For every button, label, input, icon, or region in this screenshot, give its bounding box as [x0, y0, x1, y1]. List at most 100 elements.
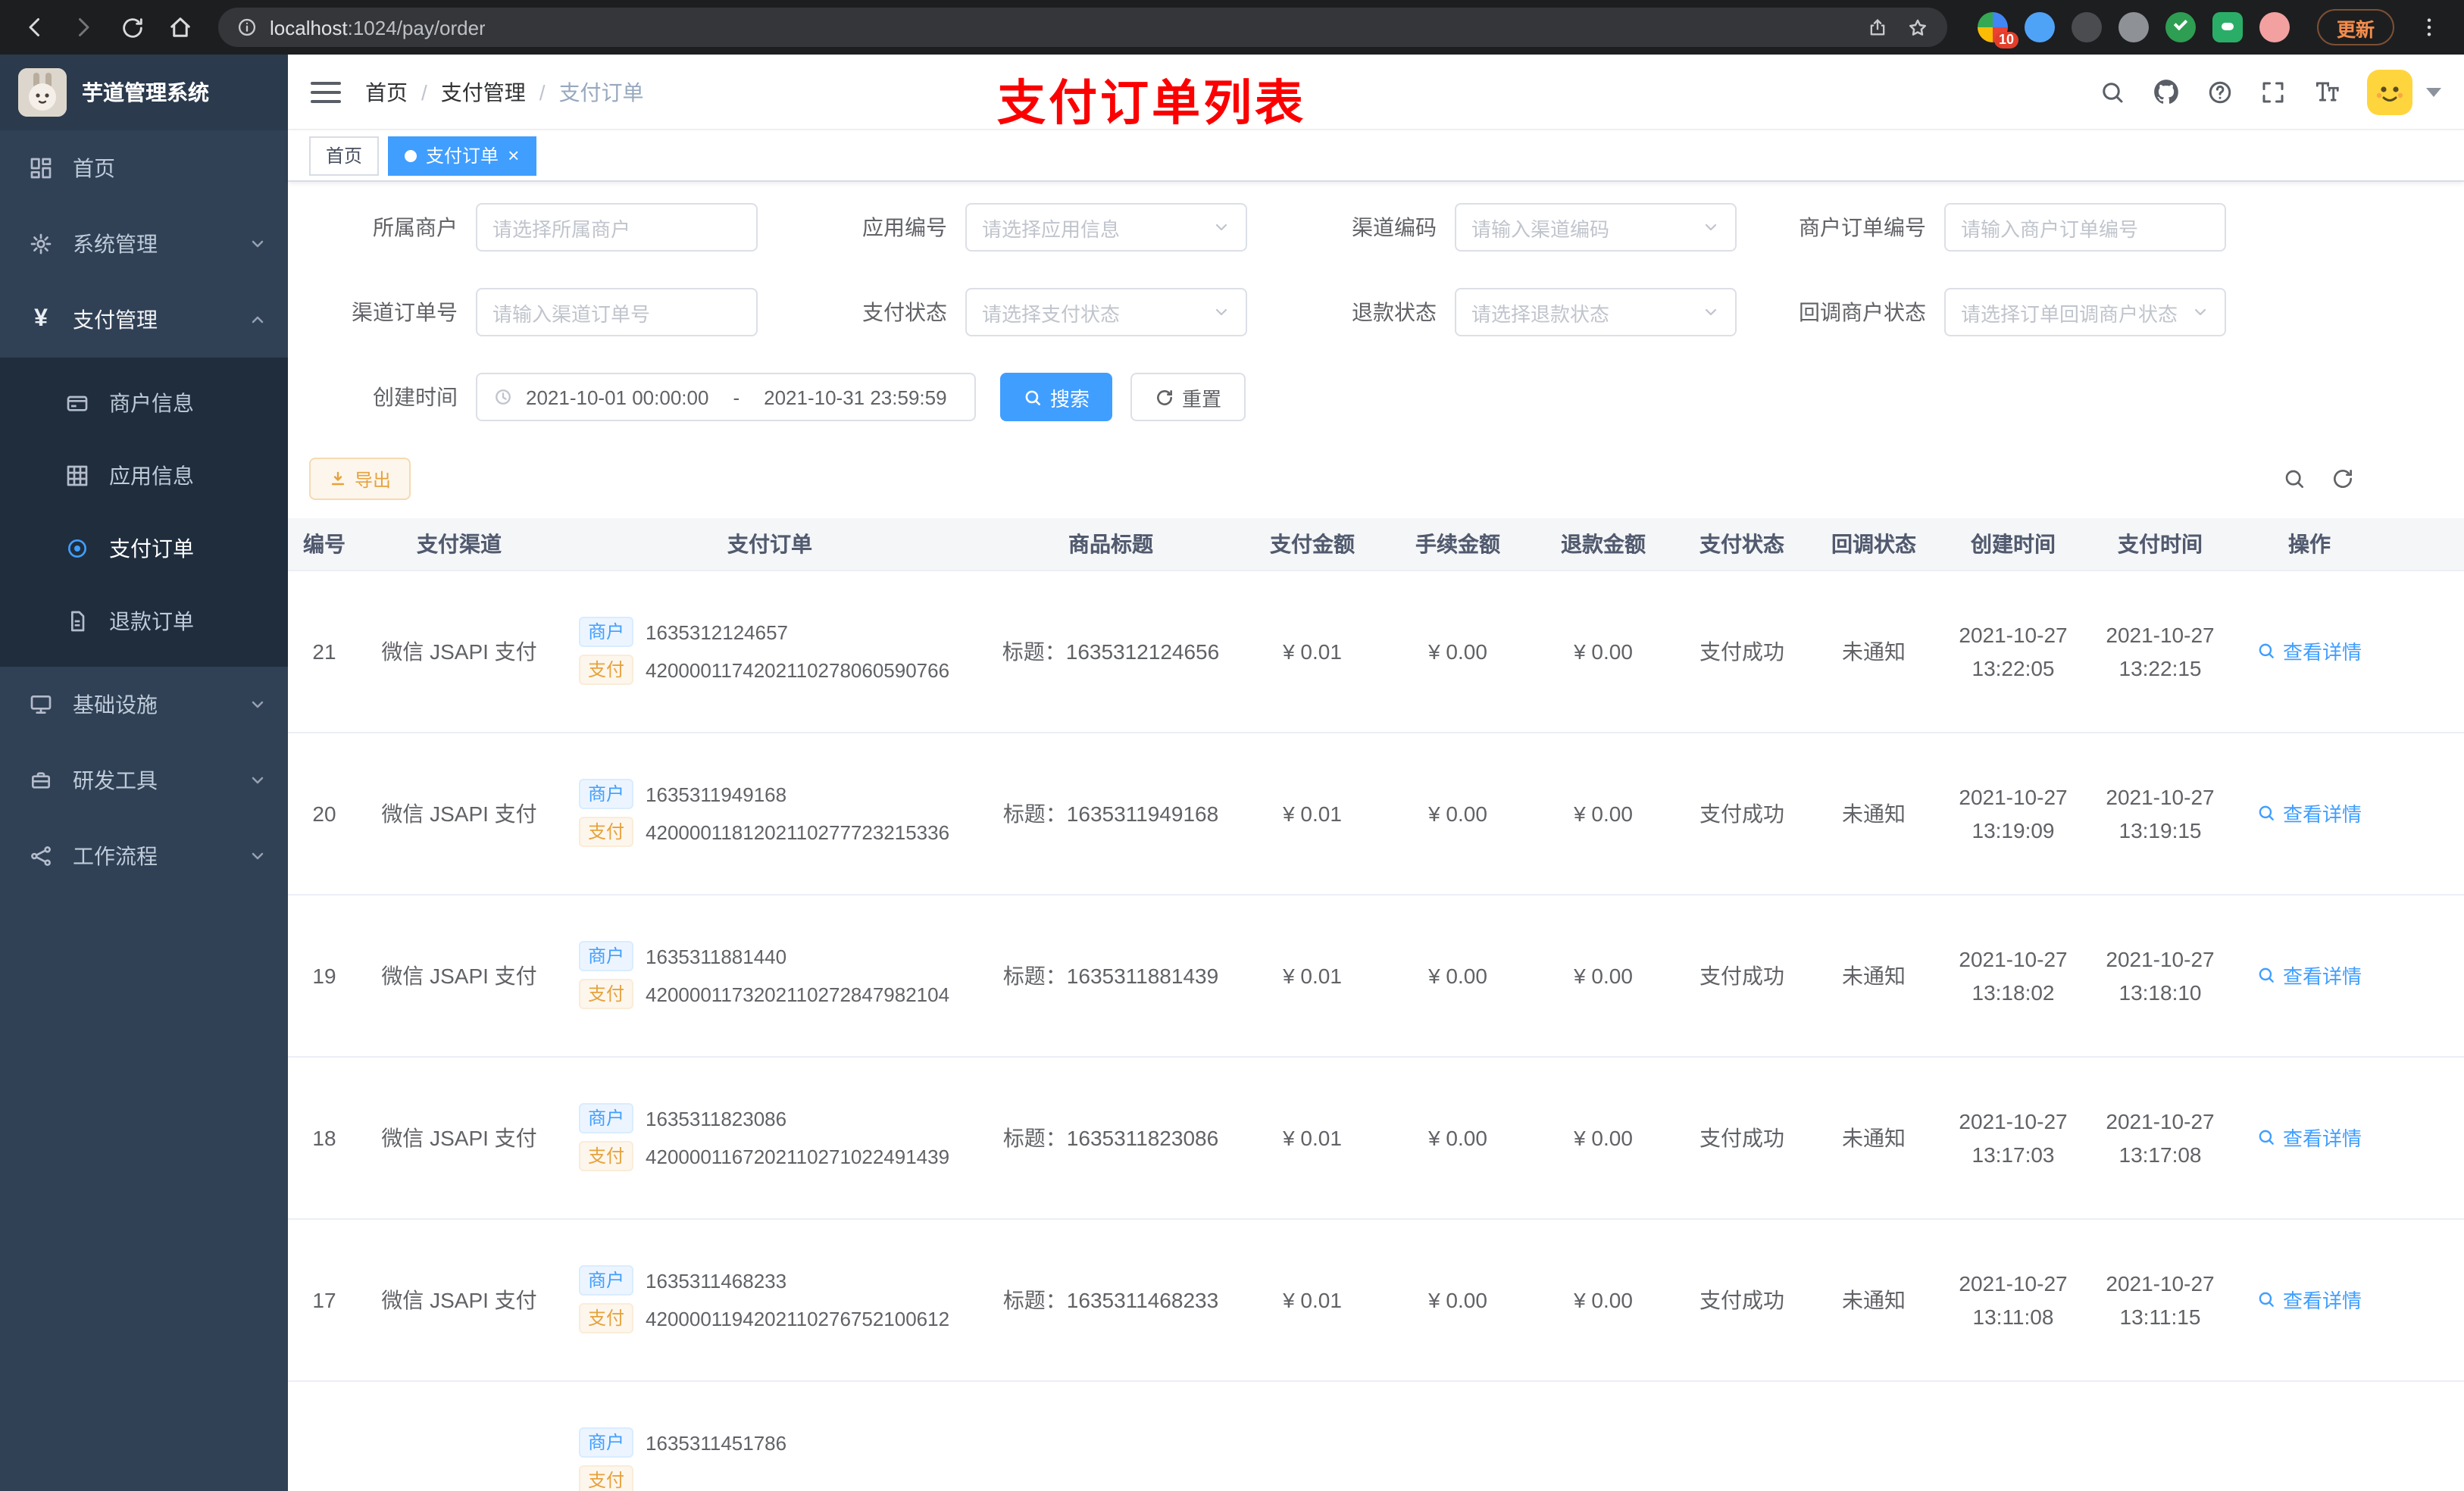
toolbox-icon: [27, 767, 55, 794]
refresh-table-icon[interactable]: [2331, 467, 2355, 491]
reset-button[interactable]: 重置: [1130, 373, 1246, 421]
refund-status-select[interactable]: 请选择退款状态: [1455, 288, 1737, 336]
app-id-select[interactable]: 请选择应用信息: [965, 203, 1247, 252]
chevron-down-icon: [1212, 218, 1230, 236]
fee-cell: ¥ 0.00: [1385, 1218, 1531, 1381]
home-icon: [170, 17, 190, 37]
field-label: 回调商户状态: [1799, 300, 1926, 324]
amount-cell: ¥ 0.01: [1240, 570, 1385, 733]
sidebar-item-merchant-info[interactable]: 商户信息: [0, 367, 288, 439]
notify-status-select[interactable]: 请选择订单回调商户状态: [1944, 288, 2226, 336]
github-icon[interactable]: [2152, 77, 2181, 106]
extension-apps-icon[interactable]: 10: [1977, 12, 2018, 48]
field-label: 创建时间: [373, 385, 458, 409]
avatar-caret-icon[interactable]: [2426, 87, 2441, 96]
screen: localhost:1024/pay/order 10 更新 芋道管理系统 首页…: [0, 0, 2464, 1491]
sidebar-item-payment[interactable]: ¥ 支付管理: [0, 282, 288, 358]
create-time-range-picker[interactable]: 2021-10-01 00:00:00 - 2021-10-31 23:59:5…: [476, 373, 976, 421]
merchant-badge: 商户: [579, 1265, 634, 1296]
browser-reload-button[interactable]: [109, 5, 155, 50]
browser-home-button[interactable]: [158, 5, 203, 50]
chevron-down-icon: [249, 235, 267, 253]
user-avatar[interactable]: [2367, 69, 2412, 114]
spacer-cell: [2385, 1056, 2464, 1219]
sidebar-item-home[interactable]: 首页: [0, 130, 288, 206]
fee-cell: ¥ 0.00: [1385, 732, 1531, 895]
sidebar-item-refund-order[interactable]: 退款订单: [0, 585, 288, 658]
merchant-order-no: 1635311949168: [646, 783, 787, 805]
merchant-order-no-input[interactable]: 请输入商户订单编号: [1944, 203, 2226, 252]
view-detail-link[interactable]: 查看详情: [2257, 1123, 2362, 1152]
pay-status-select[interactable]: 请选择支付状态: [965, 288, 1247, 336]
sidebar-item-devtools[interactable]: 研发工具: [0, 742, 288, 818]
sidebar-item-infra[interactable]: 基础设施: [0, 667, 288, 742]
breadcrumb-payment[interactable]: 支付管理: [441, 77, 526, 107]
bookmark-star-icon[interactable]: [1906, 16, 1929, 39]
tab-pay-order[interactable]: 支付订单 ×: [388, 136, 536, 175]
sidebar-item-app-info[interactable]: 应用信息: [0, 439, 288, 512]
view-detail-link[interactable]: 查看详情: [2257, 799, 2362, 827]
search-button-label: 搜索: [1050, 387, 1090, 410]
channel-cell: [361, 1380, 558, 1491]
merchant-badge: 商户: [579, 779, 634, 809]
font-size-icon[interactable]: [2312, 77, 2341, 106]
channel-code-select[interactable]: 请输入渠道编码: [1455, 203, 1737, 252]
tab-close-icon[interactable]: ×: [508, 145, 519, 165]
browser-update-button[interactable]: 更新: [2316, 9, 2394, 45]
view-detail-link[interactable]: 查看详情: [2257, 1285, 2362, 1314]
refund-cell: [1531, 1380, 1676, 1491]
help-icon[interactable]: [2206, 78, 2234, 105]
extension-check-icon[interactable]: [2165, 12, 2196, 42]
extension-chat-icon[interactable]: [2212, 12, 2243, 42]
col-header-amount: 支付金额: [1240, 518, 1385, 570]
browser-menu-icon[interactable]: [2406, 5, 2452, 50]
export-button[interactable]: 导出: [309, 458, 411, 500]
sidebar-item-pay-order[interactable]: 支付订单: [0, 512, 288, 585]
logo-image: [18, 68, 67, 117]
placeholder-text: 请输入渠道订单号: [492, 302, 651, 325]
header-search-icon[interactable]: [2099, 78, 2126, 105]
view-detail-link[interactable]: 查看详情: [2257, 636, 2362, 665]
action-cell: 查看详情: [2234, 570, 2385, 733]
create-time-cell: [1940, 1380, 2087, 1491]
share-icon[interactable]: [1867, 17, 1888, 38]
extension-grey-icon[interactable]: [2118, 12, 2149, 42]
extension-blue-icon[interactable]: [2024, 12, 2055, 42]
breadcrumb-current: 支付订单: [558, 80, 644, 104]
search-icon: [2259, 1292, 2275, 1307]
app-logo: 芋道管理系统: [0, 55, 288, 130]
toggle-search-icon[interactable]: [2282, 467, 2306, 491]
view-detail-link[interactable]: 查看详情: [2257, 961, 2362, 989]
col-header-pay-order: 支付订单: [558, 518, 982, 570]
browser-back-button[interactable]: [12, 5, 58, 50]
fullscreen-icon[interactable]: [2259, 78, 2287, 105]
sidebar-item-system[interactable]: 系统管理: [0, 206, 288, 282]
browser-forward-button[interactable]: [61, 5, 106, 50]
status-cell: 支付成功: [1676, 570, 1808, 733]
tab-home[interactable]: 首页: [309, 136, 380, 175]
pay-order-cell: 商户 1635311949168 支付 4200001181202110277723…: [558, 732, 982, 895]
channel-order-no-input[interactable]: 请输入渠道订单号: [476, 288, 758, 336]
refund-cell: ¥ 0.00: [1531, 894, 1676, 1057]
breadcrumb-home[interactable]: 首页: [365, 77, 408, 107]
search-button[interactable]: 搜索: [1000, 373, 1113, 421]
site-info-icon[interactable]: [236, 17, 258, 38]
pay-order-cell: 商户 1635311468233 支付 4200001194202110276752…: [558, 1218, 982, 1381]
app-frame: 芋道管理系统 首页 系统管理 ¥ 支付管理 商户信息 应用信息 支付订单 退款订…: [0, 55, 2464, 1491]
create-time-cell: 2021-10-27 13:17:03: [1940, 1056, 2087, 1219]
action-cell: [2234, 1380, 2385, 1491]
browser-profile-avatar[interactable]: [2259, 12, 2290, 42]
refund-cell: ¥ 0.00: [1531, 570, 1676, 733]
create-time-cell: 2021-10-27 13:22:05: [1940, 570, 2087, 733]
back-arrow-icon: [29, 18, 39, 36]
create-time-cell: 2021-10-27 13:18:02: [1940, 894, 2087, 1057]
placeholder-text: 请选择订单回调商户状态: [1961, 302, 2178, 325]
merchant-select[interactable]: 请选择所属商户: [476, 203, 758, 252]
url-bar[interactable]: localhost:1024/pay/order: [218, 8, 1947, 47]
extension-dark-icon[interactable]: [2071, 12, 2102, 42]
sidebar-item-label: 研发工具: [73, 768, 158, 792]
sidebar-item-workflow[interactable]: 工作流程: [0, 818, 288, 894]
channel-cell: 微信 JSAPI 支付: [361, 1218, 558, 1381]
col-header-id: 编号: [288, 518, 361, 570]
hamburger-icon[interactable]: [311, 81, 341, 102]
